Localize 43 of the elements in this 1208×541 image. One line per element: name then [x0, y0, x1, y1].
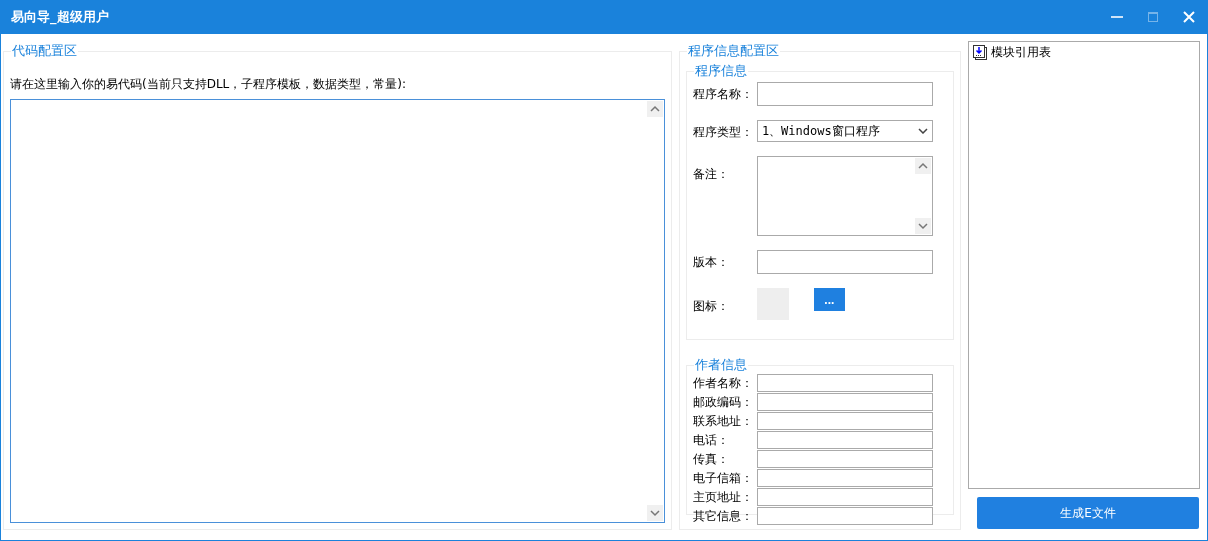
field-label: 图标：: [692, 298, 730, 315]
field-label: 联系地址：: [692, 413, 754, 430]
field-label: 程序类型：: [692, 124, 754, 141]
field-label: 传真：: [692, 451, 730, 468]
field-label: 主页地址：: [692, 489, 754, 506]
chevron-down-icon: [917, 128, 928, 134]
group-title: 作者信息: [693, 356, 748, 374]
maximize-icon: [1148, 12, 1158, 22]
generate-button[interactable]: 生成E文件: [977, 497, 1199, 529]
type-dropdown[interactable]: 1、Windows窗口程序: [756, 120, 933, 142]
field-label: 作者名称：: [692, 375, 754, 392]
document-icon: [973, 45, 987, 60]
panel-title: 程序信息配置区: [686, 42, 780, 60]
scroll-down-icon[interactable]: [914, 218, 931, 234]
scroll-down-icon[interactable]: [646, 505, 663, 521]
field-label: 版本：: [692, 254, 730, 271]
scroll-up-icon[interactable]: [914, 158, 931, 174]
field-label: 备注：: [692, 166, 730, 183]
notes-field[interactable]: [756, 156, 933, 236]
field-label: 程序名称：: [692, 86, 754, 103]
field-label: 电子信箱：: [692, 470, 754, 487]
input-field[interactable]: [756, 374, 933, 392]
input-field[interactable]: [756, 393, 933, 411]
field-label: 邮政编码：: [692, 394, 754, 411]
tree-item[interactable]: 模块引用表: [991, 44, 1051, 61]
input-field[interactable]: [756, 507, 933, 525]
input-field[interactable]: [756, 469, 933, 487]
window-title: 易向导_超级用户: [11, 8, 110, 26]
code-prompt: 请在这里输入你的易代码(当前只支持DLL，子程序模板，数据类型，常量):: [10, 76, 408, 93]
minimize-icon: [1111, 16, 1123, 18]
scroll-up-icon[interactable]: [646, 101, 663, 117]
close-icon: [1183, 11, 1195, 23]
field-label: 其它信息：: [692, 508, 754, 525]
input-field[interactable]: [756, 431, 933, 449]
input-field[interactable]: [756, 250, 933, 274]
field-label: 电话：: [692, 432, 730, 449]
browse-button[interactable]: ...: [813, 288, 845, 311]
input-field[interactable]: [756, 82, 933, 106]
input-field[interactable]: [756, 450, 933, 468]
input-field[interactable]: [756, 488, 933, 506]
panel-title: 代码配置区: [11, 42, 78, 60]
input-field[interactable]: [756, 412, 933, 430]
group-title: 程序信息: [693, 62, 748, 80]
